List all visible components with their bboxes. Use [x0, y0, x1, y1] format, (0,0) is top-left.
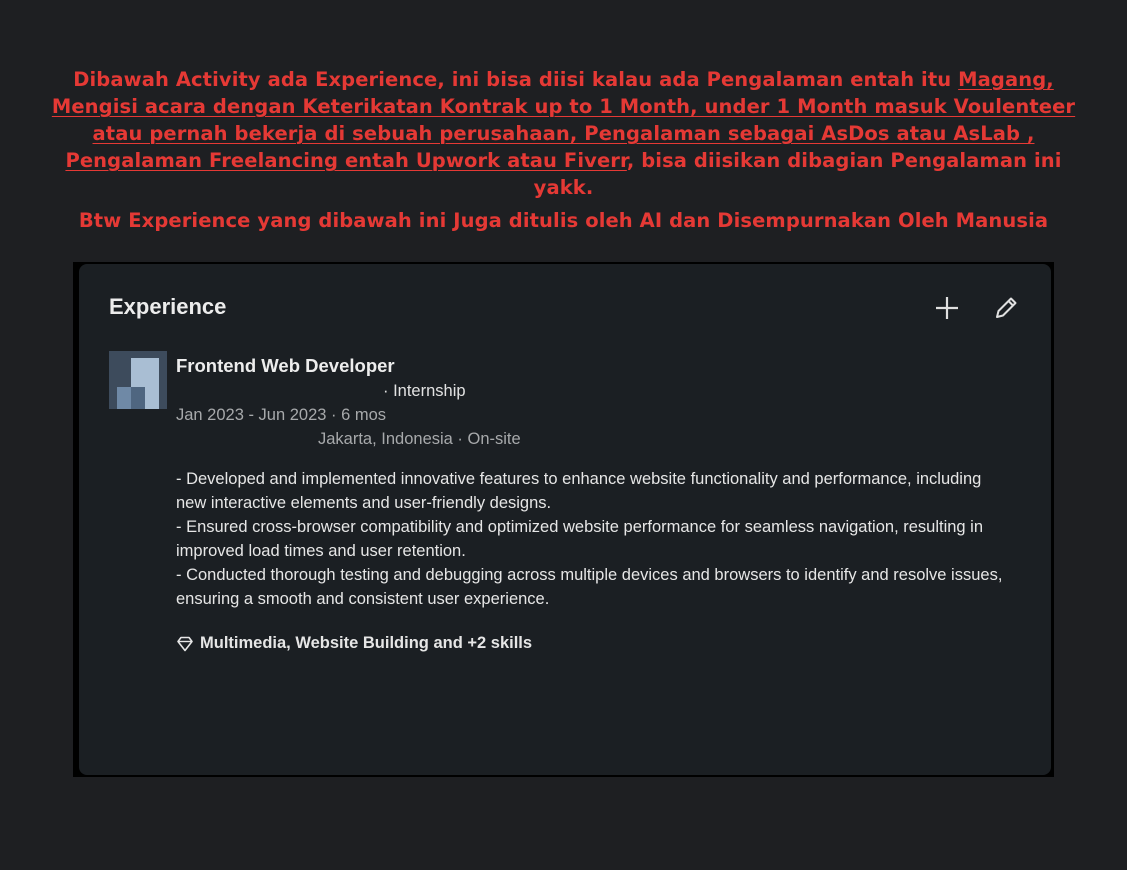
date-range: Jan 2023 - Jun 2023 · 6 mos: [176, 406, 387, 424]
annotation-line1-text: Dibawah Activity ada Experience, ini bis…: [73, 68, 959, 91]
add-experience-button[interactable]: [930, 291, 964, 325]
annotation-text: Dibawah Activity ada Experience, ini bis…: [40, 66, 1087, 201]
edit-experience-button[interactable]: [989, 291, 1023, 325]
annotation-note: Btw Experience yang dibawah ini Juga dit…: [78, 209, 1049, 232]
company-logo[interactable]: [109, 351, 167, 409]
annotation-link-freelancing: Pengalaman Freelancing entah Upwork atau…: [65, 149, 627, 172]
annotation-link-line2: Mengisi acara dengan Keterikatan Kontrak…: [51, 95, 1076, 118]
annotation-link-line3: atau pernah bekerja di sebuah perusahaan…: [92, 122, 1035, 145]
location: Jakarta, Indonesia · On-site: [318, 430, 521, 448]
experience-card: Experience Frontend Web Developer · Inte…: [79, 264, 1051, 775]
employment-type: · Internship: [383, 382, 466, 400]
job-title: Frontend Web Developer: [176, 355, 395, 376]
job-description: - Developed and implemented innovative f…: [176, 467, 1016, 611]
pencil-icon: [996, 297, 1017, 318]
skills-text: Multimedia, Website Building and +2 skil…: [200, 634, 533, 652]
section-title: Experience: [109, 294, 227, 319]
diamond-icon: [177, 636, 193, 651]
description-bullet: - Developed and implemented innovative f…: [176, 470, 982, 512]
description-bullet: - Ensured cross-browser compatibility an…: [176, 518, 984, 560]
annotation-link-magang: Magang,: [958, 68, 1054, 91]
description-bullet: - Conducted thorough testing and debuggi…: [176, 566, 1003, 608]
skills-link[interactable]: Multimedia, Website Building and +2 skil…: [176, 634, 532, 653]
plus-icon: [936, 297, 958, 319]
